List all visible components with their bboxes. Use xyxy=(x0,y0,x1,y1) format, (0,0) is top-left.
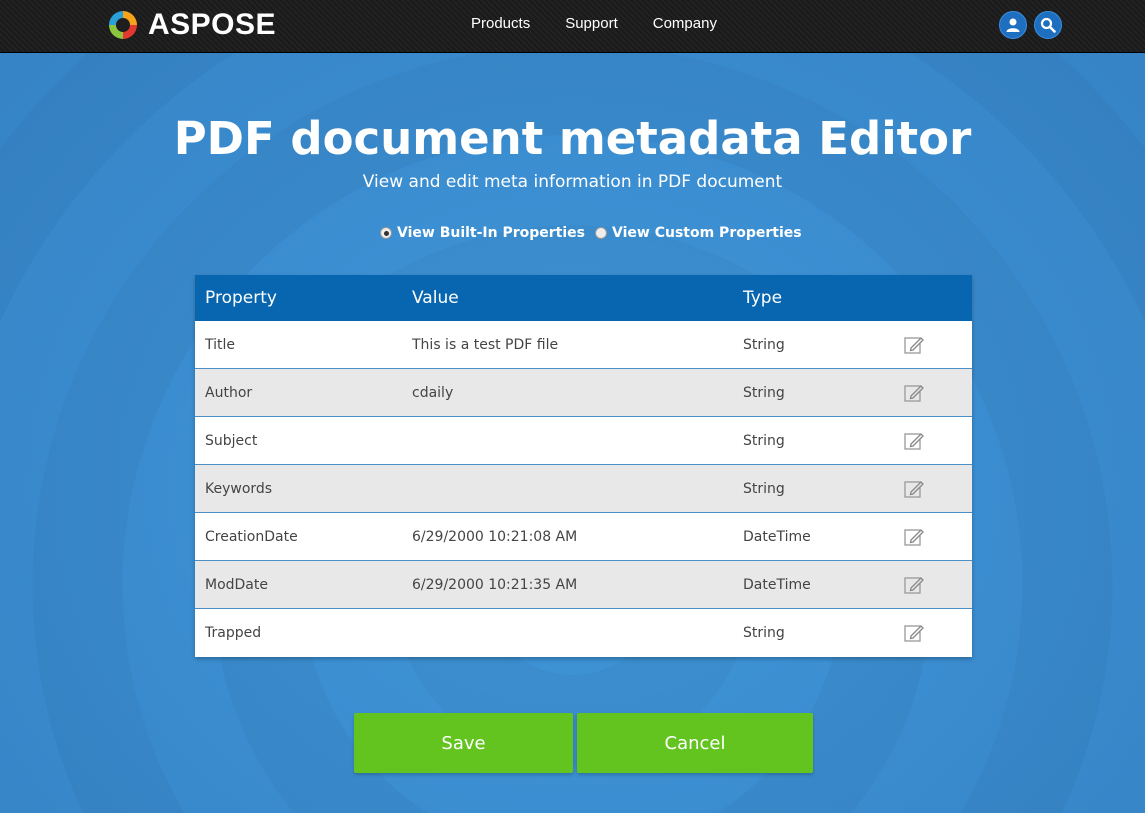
radio-indicator-selected[interactable] xyxy=(380,227,392,239)
table-body: Title This is a test PDF file String Aut… xyxy=(195,321,972,657)
table-row: Subject String xyxy=(195,417,972,465)
cell-type: String xyxy=(743,384,785,401)
cell-type: String xyxy=(743,432,785,449)
table-row: Author cdaily String xyxy=(195,369,972,417)
cell-property: Author xyxy=(205,384,253,401)
cell-actions xyxy=(893,526,972,548)
table-row: Title This is a test PDF file String xyxy=(195,321,972,369)
table-header: Property Value Type xyxy=(195,275,972,321)
cell-actions xyxy=(893,574,972,596)
metadata-table: Property Value Type Title This is a test… xyxy=(195,275,972,657)
table-row: Keywords String xyxy=(195,465,972,513)
nav-company[interactable]: Company xyxy=(653,15,717,32)
cell-type: String xyxy=(743,336,785,353)
nav-products[interactable]: Products xyxy=(471,15,530,32)
cell-actions xyxy=(893,478,972,500)
search-icon xyxy=(1040,17,1056,33)
brand-name: ASPOSE xyxy=(148,8,277,41)
pencil-edit-icon[interactable] xyxy=(903,478,925,500)
cell-property: Trapped xyxy=(205,625,262,641)
radio-label-built-in: View Built-In Properties xyxy=(397,225,586,241)
cell-property: Title xyxy=(205,336,236,353)
top-navigation-bar: ASPOSE Products Support Company xyxy=(0,0,1145,53)
cell-actions xyxy=(893,622,972,644)
user-account-button[interactable] xyxy=(999,11,1027,39)
radio-custom-properties[interactable]: View Custom Properties xyxy=(595,225,802,241)
cell-property: Subject xyxy=(205,432,258,449)
cell-value: This is a test PDF file xyxy=(412,336,559,353)
main-nav: Products Support Company xyxy=(471,15,752,32)
table-row: ModDate 6/29/2000 10:21:35 AM DateTime xyxy=(195,561,972,609)
pencil-edit-icon[interactable] xyxy=(903,334,925,356)
pencil-edit-icon[interactable] xyxy=(903,382,925,404)
table-row: Trapped String xyxy=(195,609,972,657)
header-value: Value xyxy=(412,288,459,308)
table-row: CreationDate 6/29/2000 10:21:08 AM DateT… xyxy=(195,513,972,561)
cell-value: 6/29/2000 10:21:08 AM xyxy=(412,528,578,545)
radio-built-in-properties[interactable]: View Built-In Properties xyxy=(380,225,585,241)
pencil-edit-icon[interactable] xyxy=(903,526,925,548)
cell-property: ModDate xyxy=(205,576,268,593)
pencil-edit-icon[interactable] xyxy=(903,574,925,596)
nav-support[interactable]: Support xyxy=(565,15,618,32)
cell-property: CreationDate xyxy=(205,528,298,545)
save-button[interactable]: Save xyxy=(354,713,573,773)
search-button[interactable] xyxy=(1034,11,1062,39)
page-title: PDF document metadata Editor xyxy=(173,112,972,165)
pencil-edit-icon[interactable] xyxy=(903,622,925,644)
aspose-logo[interactable]: ASPOSE xyxy=(106,7,276,43)
header-type: Type xyxy=(743,288,783,308)
cell-actions xyxy=(893,430,972,452)
cell-value: cdaily xyxy=(412,384,454,401)
cell-type: DateTime xyxy=(743,528,811,545)
cell-property: Keywords xyxy=(205,480,273,497)
radio-label-custom: View Custom Properties xyxy=(612,225,802,241)
cell-type: String xyxy=(743,625,785,641)
cell-value: 6/29/2000 10:21:35 AM xyxy=(412,576,578,593)
pencil-edit-icon[interactable] xyxy=(903,430,925,452)
page-subtitle: View and edit meta information in PDF do… xyxy=(362,172,783,192)
radio-indicator-unselected[interactable] xyxy=(595,227,608,239)
cell-type: String xyxy=(743,480,785,497)
cell-actions xyxy=(893,382,972,404)
header-property: Property xyxy=(205,288,277,308)
cell-type: DateTime xyxy=(743,576,811,593)
cancel-button[interactable]: Cancel xyxy=(577,713,813,773)
cell-actions xyxy=(893,334,972,356)
user-icon xyxy=(1006,18,1020,32)
aspose-logo-icon xyxy=(107,9,139,41)
property-view-toggle: View Built-In Properties View Custom Pro… xyxy=(380,225,812,241)
